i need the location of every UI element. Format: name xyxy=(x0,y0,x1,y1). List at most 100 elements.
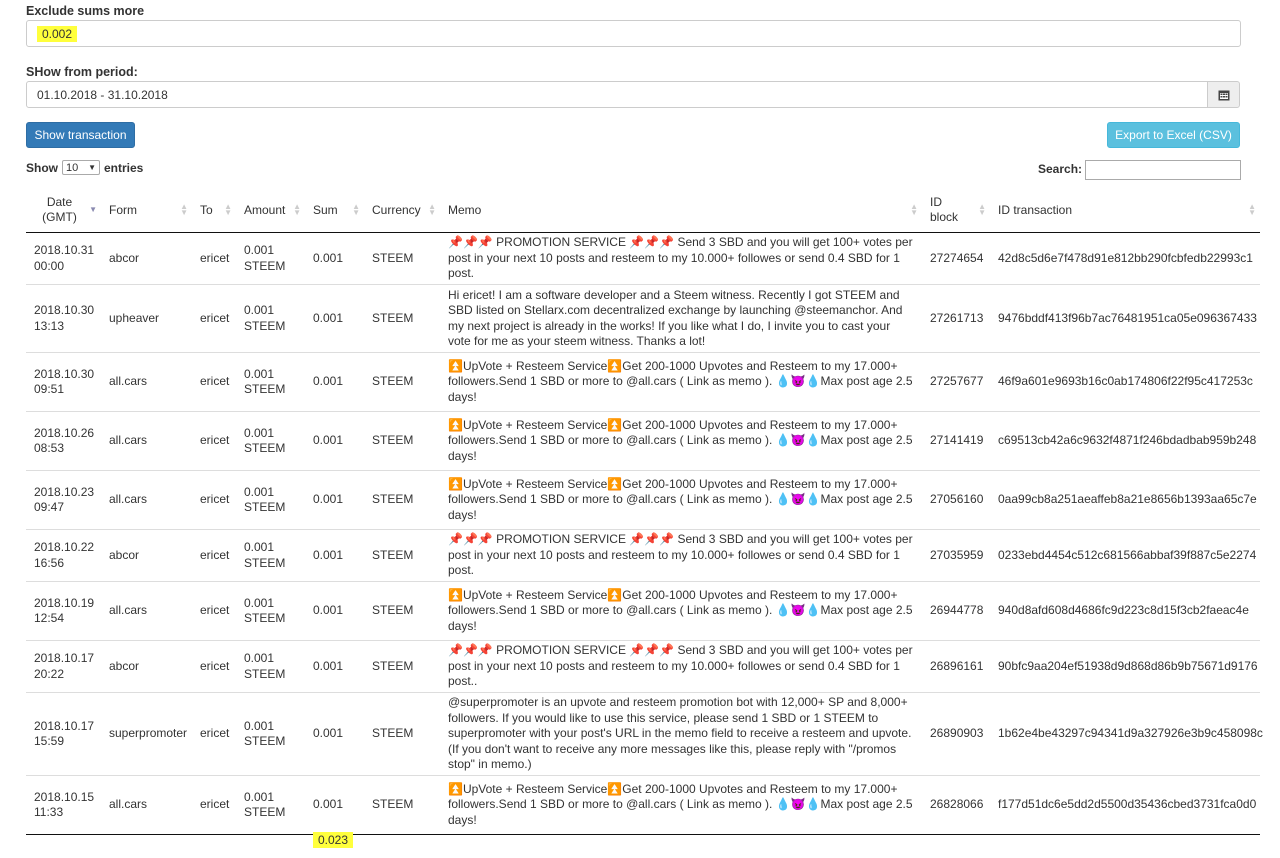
sort-icon: ▲ ▼ xyxy=(1248,202,1256,217)
column-header-from[interactable]: Form ▲ ▼ xyxy=(101,188,192,233)
cell-amount: 0.001 STEEM xyxy=(236,470,305,530)
cell-amount: 0.001 STEEM xyxy=(236,352,305,412)
cell-sum: 0.001 xyxy=(305,692,364,776)
cell-from: all.cars xyxy=(101,775,192,835)
cell-id-block: 26944778 xyxy=(922,581,990,641)
cell-memo: 📌📌📌 PROMOTION SERVICE 📌📌📌 Send 3 SBD and… xyxy=(440,640,922,693)
table-row: 2018.10.17 15:59 superpromoter ericet 0.001… xyxy=(26,692,1263,776)
cell-currency: STEEM xyxy=(364,775,440,835)
table-header-row: Date (GMT) ▼ Form ▲ ▼ To ▲ ▼ Amount ▲ ▼ Sum ▲ ▼ C… xyxy=(26,188,1260,233)
cell-memo: ⏫UpVote + Resteem Service⏫Get 200-1000 U… xyxy=(440,352,922,412)
column-header-sum-label: Sum xyxy=(313,202,338,217)
table-row: 2018.10.19 12:54 all.cars ericet 0.001 STEE… xyxy=(26,581,1260,641)
column-header-id-block[interactable]: ID block ▲ ▼ xyxy=(922,188,990,233)
cell-date: 2018.10.19 12:54 xyxy=(26,581,101,641)
cell-id-block: 26896161 xyxy=(922,640,990,693)
sort-desc-icon: ▼ xyxy=(89,205,97,214)
search-label: Search: xyxy=(1038,162,1083,176)
cell-to: ericet xyxy=(192,411,236,471)
cell-currency: STEEM xyxy=(364,470,440,530)
cell-sum: 0.001 xyxy=(305,411,364,471)
cell-amount: 0.001 STEEM xyxy=(236,411,305,471)
cell-memo: @superpromoter is an upvote and resteem … xyxy=(440,692,922,776)
cell-from: abcor xyxy=(101,529,192,582)
cell-from: abcor xyxy=(109,250,140,265)
column-header-id-transaction-label: ID transaction xyxy=(998,202,1073,217)
cell-date: 2018.10.23 09:47 xyxy=(26,470,101,530)
export-csv-button[interactable]: Export to Excel (CSV) xyxy=(1107,122,1240,148)
cell-memo: ⏫UpVote + Resteem Service⏫Get 200-1000 U… xyxy=(440,470,922,530)
table-row: 2018.10.23 09:47 all.cars ericet 0.001 STEE… xyxy=(26,470,1260,530)
cell-id-block: 27257677 xyxy=(922,352,990,412)
column-header-sum[interactable]: Sum ▲ ▼ xyxy=(305,188,364,233)
total-sum-value: 0.023 xyxy=(313,832,354,848)
cell-currency: STEEM xyxy=(364,284,440,353)
cell-date: 2018.10.17 15:59 xyxy=(26,692,101,776)
sort-icon: ▲ ▼ xyxy=(293,202,301,217)
calendar-button[interactable] xyxy=(1207,81,1240,108)
cell-amount: 0.001 STEEM xyxy=(244,243,286,273)
cell-sum: 0.001 xyxy=(305,775,364,835)
entries-select-value: 10 xyxy=(66,161,79,174)
cell-date: 2018.10.22 16:56 xyxy=(26,529,101,582)
column-header-amount[interactable]: Amount ▲ ▼ xyxy=(236,188,305,233)
period-label: SHow from period: xyxy=(26,65,138,79)
search-input[interactable] xyxy=(1085,160,1241,180)
table-row: 2018.10.15 11:33 all.cars ericet 0.001 STEE… xyxy=(26,775,1260,835)
cell-memo: 📌📌📌 PROMOTION SERVICE 📌📌📌 Send 3 SBD and… xyxy=(440,529,922,582)
cell-date: 2018.10.31 00:00 xyxy=(34,243,95,273)
cell-date: 2018.10.30 09:51 xyxy=(26,352,101,412)
period-value: 01.10.2018 - 31.10.2018 xyxy=(37,88,168,102)
cell-id-block: 27056160 xyxy=(922,470,990,530)
cell-date: 2018.10.26 08:53 xyxy=(26,411,101,471)
table-row: 2018.10.30 09:51 all.cars ericet 0.001 STEE… xyxy=(26,352,1260,412)
chevron-down-icon: ▼ xyxy=(88,163,96,172)
total-sum: 0.023 xyxy=(313,832,354,848)
entries-label: entries xyxy=(104,160,144,175)
cell-from: all.cars xyxy=(101,581,192,641)
cell-id-transaction: 0233ebd4454c512c681566abbaf39f887c5e2274 xyxy=(990,529,1260,582)
cell-sum: 0.001 xyxy=(305,581,364,641)
show-transaction-button[interactable]: Show transaction xyxy=(26,122,135,148)
cell-amount: 0.001 STEEM xyxy=(236,775,305,835)
table-row: 2018.10.26 08:53 all.cars ericet 0.001 STEE… xyxy=(26,411,1260,471)
cell-currency: STEEM xyxy=(364,581,440,641)
cell-amount: 0.001 STEEM xyxy=(236,640,305,693)
sort-icon: ▲ ▼ xyxy=(352,202,360,217)
cell-id-block: 27261713 xyxy=(922,284,990,353)
period-input[interactable]: 01.10.2018 - 31.10.2018 xyxy=(26,81,1208,108)
cell-sum: 0.001 xyxy=(305,529,364,582)
column-header-date[interactable]: Date (GMT) ▼ xyxy=(26,188,101,233)
cell-id-transaction: 90bfc9aa204ef51938d9d868d86b9b75671d9176 xyxy=(990,640,1260,693)
exclude-sums-input[interactable]: 0.002 xyxy=(26,20,1241,47)
table-row: 2018.10.17 20:22 abcor ericet 0.001 STEEM 0.… xyxy=(26,640,1260,693)
cell-memo: Hi ericet! I am a software developer and… xyxy=(440,284,922,353)
cell-amount: 0.001 STEEM xyxy=(236,692,305,776)
cell-memo: ⏫UpVote + Resteem Service⏫Get 200-1000 U… xyxy=(440,581,922,641)
column-header-memo[interactable]: Memo ▲ ▼ xyxy=(440,188,922,233)
cell-to: ericet xyxy=(192,692,236,776)
column-header-to[interactable]: To ▲ ▼ xyxy=(192,188,236,233)
cell-id-block: 27035959 xyxy=(922,529,990,582)
cell-id-transaction: f177d51dc6e5dd2d5500d35436cbed3731fca0d0 xyxy=(990,775,1260,835)
cell-id-block: 27274654 xyxy=(930,250,984,265)
table-row: 2018.10.31 00:00 abcor ericet 0.001 STEEM 0.… xyxy=(26,233,1260,285)
column-header-amount-label: Amount xyxy=(244,202,286,217)
cell-memo: 📌📌📌 PROMOTION SERVICE 📌📌📌 Send 3 SBD and… xyxy=(448,235,913,281)
cell-to: ericet xyxy=(192,775,236,835)
entries-select[interactable]: 10 ▼ xyxy=(62,160,100,175)
cell-sum: 0.001 xyxy=(305,284,364,353)
cell-id-block: 27141419 xyxy=(922,411,990,471)
cell-date: 2018.10.30 13:13 xyxy=(26,284,101,353)
column-header-currency[interactable]: Currency ▲ ▼ xyxy=(364,188,440,233)
cell-id-transaction: 1b62e4be43297c94341d9a327926e3b9c458098c xyxy=(990,692,1263,776)
cell-id-transaction: 0aa99cb8a251aeaffeb8a21e8656b1393aa65c7e xyxy=(990,470,1260,530)
column-header-date-label: Date (GMT) xyxy=(42,195,77,224)
cell-currency: STEEM xyxy=(364,692,440,776)
column-header-to-label: To xyxy=(200,202,213,217)
cell-id-transaction: 940d8afd608d4686fc9d223c8d15f3cb2faeac4e xyxy=(990,581,1260,641)
cell-from: upheaver xyxy=(101,284,192,353)
cell-date: 2018.10.17 20:22 xyxy=(26,640,101,693)
column-header-id-transaction[interactable]: ID transaction ▲ ▼ xyxy=(990,188,1260,233)
cell-id-transaction: 46f9a601e9693b16c0ab174806f22f95c417253c xyxy=(990,352,1260,412)
